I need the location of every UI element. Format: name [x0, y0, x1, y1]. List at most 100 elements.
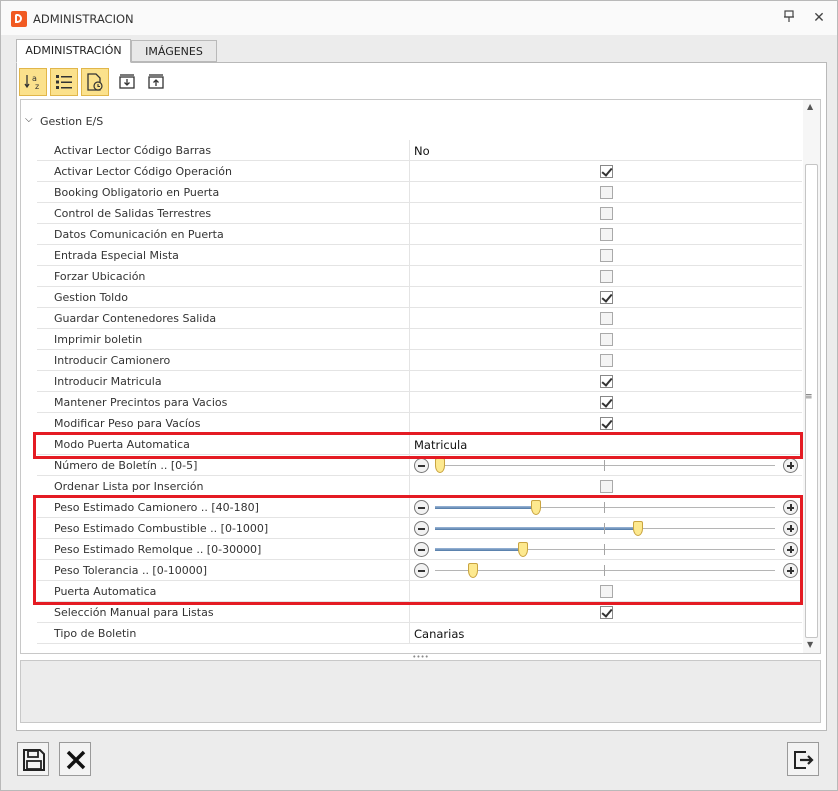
checkbox[interactable]: [600, 480, 613, 493]
trackbar-thumb[interactable]: [633, 521, 643, 536]
checkbox[interactable]: [600, 207, 613, 220]
scroll-up-icon[interactable]: ▲: [807, 102, 813, 111]
decrease-icon[interactable]: [414, 521, 429, 536]
property-value[interactable]: Matricula: [411, 434, 802, 455]
property-value[interactable]: [411, 581, 802, 602]
checkbox[interactable]: [600, 333, 613, 346]
property-value[interactable]: [411, 497, 802, 518]
category-header[interactable]: ⌵ Gestion E/S: [21, 110, 803, 134]
property-value[interactable]: [411, 224, 802, 245]
property-value[interactable]: [411, 413, 802, 434]
collapse-all-button[interactable]: [142, 68, 170, 96]
property-value[interactable]: No: [411, 140, 802, 161]
checkbox[interactable]: [600, 375, 613, 388]
property-value[interactable]: [411, 266, 802, 287]
decrease-icon[interactable]: [414, 563, 429, 578]
increase-icon[interactable]: [783, 458, 798, 473]
trackbar-thumb[interactable]: [530, 500, 541, 515]
property-value[interactable]: [411, 392, 802, 413]
trackbar[interactable]: [411, 562, 802, 579]
cancel-button[interactable]: [59, 742, 91, 776]
property-pages-button[interactable]: [81, 68, 109, 96]
scroll-down-icon[interactable]: ▼: [807, 640, 813, 649]
property-row[interactable]: Gestion Toldo: [37, 287, 802, 308]
trackbar-thumb[interactable]: [435, 458, 445, 473]
checkbox[interactable]: [600, 186, 613, 199]
checkbox[interactable]: [600, 417, 613, 430]
checkbox[interactable]: [600, 291, 613, 304]
trackbar-thumb[interactable]: [517, 542, 528, 557]
property-value[interactable]: [411, 350, 802, 371]
checkbox[interactable]: [600, 270, 613, 283]
increase-icon[interactable]: [783, 521, 798, 536]
trackbar[interactable]: [411, 499, 802, 516]
property-value[interactable]: [411, 329, 802, 350]
property-row[interactable]: Peso Estimado Camionero .. [40-180]: [37, 497, 802, 518]
decrease-icon[interactable]: [414, 500, 429, 515]
checkbox[interactable]: [600, 585, 613, 598]
property-row[interactable]: Peso Estimado Remolque .. [0-30000]: [37, 539, 802, 560]
property-row[interactable]: Número de Boletín .. [0-5]: [37, 455, 802, 476]
property-value[interactable]: [411, 560, 802, 581]
property-value[interactable]: [411, 287, 802, 308]
expand-all-button[interactable]: [113, 68, 141, 96]
trackbar-thumb[interactable]: [468, 563, 478, 578]
property-value-text[interactable]: No: [414, 144, 430, 158]
checkbox[interactable]: [600, 606, 613, 619]
checkbox[interactable]: [600, 354, 613, 367]
increase-icon[interactable]: [783, 542, 798, 557]
property-value[interactable]: [411, 518, 802, 539]
property-row[interactable]: Activar Lector Código Barras No: [37, 140, 802, 161]
checkbox[interactable]: [600, 228, 613, 241]
property-row[interactable]: Tipo de Boletin Canarias: [37, 623, 802, 644]
property-row[interactable]: Peso Tolerancia .. [0-10000]: [37, 560, 802, 581]
decrease-icon[interactable]: [414, 542, 429, 557]
sort-alphabetical-button[interactable]: az: [19, 68, 47, 96]
property-row[interactable]: Puerta Automatica: [37, 581, 802, 602]
property-value[interactable]: Canarias: [411, 623, 802, 644]
property-value[interactable]: [411, 371, 802, 392]
trackbar[interactable]: [411, 541, 802, 558]
exit-button[interactable]: [787, 742, 819, 776]
property-value[interactable]: [411, 203, 802, 224]
property-row[interactable]: Introducir Matricula: [37, 371, 802, 392]
trackbar[interactable]: [411, 520, 802, 537]
property-row[interactable]: Modificar Peso para Vacíos: [37, 413, 802, 434]
property-row[interactable]: Forzar Ubicación: [37, 266, 802, 287]
property-row[interactable]: Selección Manual para Listas: [37, 602, 802, 623]
increase-icon[interactable]: [783, 563, 798, 578]
property-row[interactable]: Guardar Contenedores Salida: [37, 308, 802, 329]
checkbox[interactable]: [600, 165, 613, 178]
property-row[interactable]: Control de Salidas Terrestres: [37, 203, 802, 224]
property-value[interactable]: [411, 602, 802, 623]
pin-icon[interactable]: [780, 9, 798, 27]
tab-administracion[interactable]: ADMINISTRACIÓN: [16, 39, 131, 63]
decrease-icon[interactable]: [414, 458, 429, 473]
tab-imagenes[interactable]: IMÁGENES: [131, 40, 217, 62]
property-value-text[interactable]: Canarias: [414, 627, 464, 641]
checkbox[interactable]: [600, 396, 613, 409]
vertical-scrollbar[interactable]: ▲ ≡ ▼: [803, 100, 820, 653]
property-row[interactable]: Modo Puerta Automatica Matricula: [37, 434, 802, 455]
property-value[interactable]: [411, 455, 802, 476]
property-row[interactable]: Peso Estimado Combustible .. [0-1000]: [37, 518, 802, 539]
property-row[interactable]: Entrada Especial Mista: [37, 245, 802, 266]
property-value[interactable]: [411, 161, 802, 182]
save-button[interactable]: [17, 742, 49, 776]
property-value[interactable]: [411, 308, 802, 329]
property-row[interactable]: Introducir Camionero: [37, 350, 802, 371]
property-row[interactable]: Mantener Precintos para Vacios: [37, 392, 802, 413]
chevron-down-icon[interactable]: ⌵: [25, 114, 33, 125]
categorized-list-button[interactable]: [50, 68, 78, 96]
property-row[interactable]: Imprimir boletin: [37, 329, 802, 350]
checkbox[interactable]: [600, 249, 613, 262]
property-value[interactable]: [411, 182, 802, 203]
checkbox[interactable]: [600, 312, 613, 325]
property-row[interactable]: Ordenar Lista por Inserción: [37, 476, 802, 497]
property-value-text[interactable]: Matricula: [414, 438, 467, 452]
increase-icon[interactable]: [783, 500, 798, 515]
trackbar[interactable]: [411, 457, 802, 474]
property-row[interactable]: Activar Lector Código Operación: [37, 161, 802, 182]
close-icon[interactable]: ✕: [810, 9, 828, 27]
property-row[interactable]: Booking Obligatorio en Puerta: [37, 182, 802, 203]
